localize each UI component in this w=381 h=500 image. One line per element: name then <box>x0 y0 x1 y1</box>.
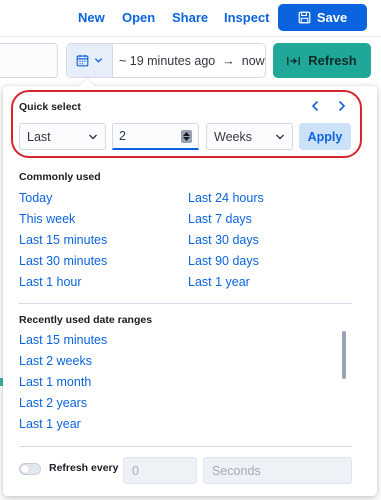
commonly-used-item[interactable]: This week <box>19 212 75 226</box>
refresh-label: Refresh <box>308 53 357 68</box>
next-button[interactable] <box>333 98 349 114</box>
commonly-used-item[interactable]: Last 15 minutes <box>19 233 107 247</box>
caret-down-icon <box>183 136 190 141</box>
commonly-used-item[interactable]: Last 30 days <box>188 233 259 247</box>
quick-select-title: Quick select <box>19 101 81 113</box>
recent-ranges-title: Recently used date ranges <box>19 314 153 326</box>
quick-menu-button[interactable] <box>67 44 113 77</box>
recent-range-item[interactable]: Last 15 minutes <box>19 333 107 347</box>
recent-range-item[interactable]: Last 1 year <box>19 417 81 431</box>
previous-button[interactable] <box>307 98 323 114</box>
amount-value: 2 <box>119 129 126 143</box>
chevron-right-icon <box>338 100 345 112</box>
calendar-icon <box>76 54 89 67</box>
refresh-icon <box>287 56 301 65</box>
divider <box>19 446 352 447</box>
commonly-used-item[interactable]: Last 1 hour <box>19 275 82 289</box>
date-start[interactable]: ~ 19 minutes ago <box>113 54 215 68</box>
inspect-link[interactable]: Inspect <box>224 10 270 25</box>
commonly-used-item[interactable]: Last 7 days <box>188 212 252 226</box>
commonly-used-item[interactable]: Today <box>19 191 52 205</box>
recent-range-item[interactable]: Last 1 month <box>19 375 91 389</box>
top-nav: New Open Share Inspect Save <box>0 0 381 36</box>
chevron-left-icon <box>311 100 318 112</box>
chevron-down-icon <box>276 134 284 139</box>
commonly-used-item[interactable]: Last 1 year <box>188 275 250 289</box>
caret-up-icon <box>183 131 190 136</box>
refresh-interval-input[interactable]: 0 <box>123 457 197 484</box>
save-label: Save <box>316 10 348 25</box>
recent-range-item[interactable]: Last 2 weeks <box>19 354 92 368</box>
share-link[interactable]: Share <box>172 10 208 25</box>
refresh-button[interactable]: Refresh <box>273 43 371 78</box>
unit-value: Weeks <box>214 129 252 144</box>
direction-value: Last <box>27 129 51 144</box>
divider <box>19 303 352 304</box>
save-icon <box>298 11 311 24</box>
chevron-down-icon <box>89 134 97 139</box>
apply-button[interactable]: Apply <box>299 123 351 150</box>
chevron-down-icon <box>94 58 103 63</box>
unit-select[interactable]: Weeks <box>206 123 293 150</box>
refresh-toggle[interactable] <box>19 463 41 475</box>
direction-select[interactable]: Last <box>19 123 106 150</box>
recent-scrollbar[interactable] <box>342 331 346 379</box>
commonly-used-item[interactable]: Last 30 minutes <box>19 254 107 268</box>
date-end[interactable]: now <box>235 54 265 68</box>
recent-range-item[interactable]: Last 2 years <box>19 396 87 410</box>
query-input[interactable] <box>0 43 58 78</box>
refresh-every-label: Refresh every <box>49 462 119 474</box>
refresh-unit-select[interactable]: Seconds <box>203 457 352 484</box>
commonly-used-item[interactable]: Last 90 days <box>188 254 259 268</box>
new-link[interactable]: New <box>78 10 105 25</box>
amount-input[interactable]: 2 <box>112 123 199 150</box>
save-button[interactable]: Save <box>278 4 367 31</box>
commonly-used-title: Commonly used <box>19 171 101 183</box>
date-picker[interactable]: ~ 19 minutes ago → now <box>66 43 266 78</box>
open-link[interactable]: Open <box>122 10 155 25</box>
number-stepper[interactable] <box>181 129 192 143</box>
arrow-right-icon: → <box>222 53 235 68</box>
commonly-used-item[interactable]: Last 24 hours <box>188 191 264 205</box>
